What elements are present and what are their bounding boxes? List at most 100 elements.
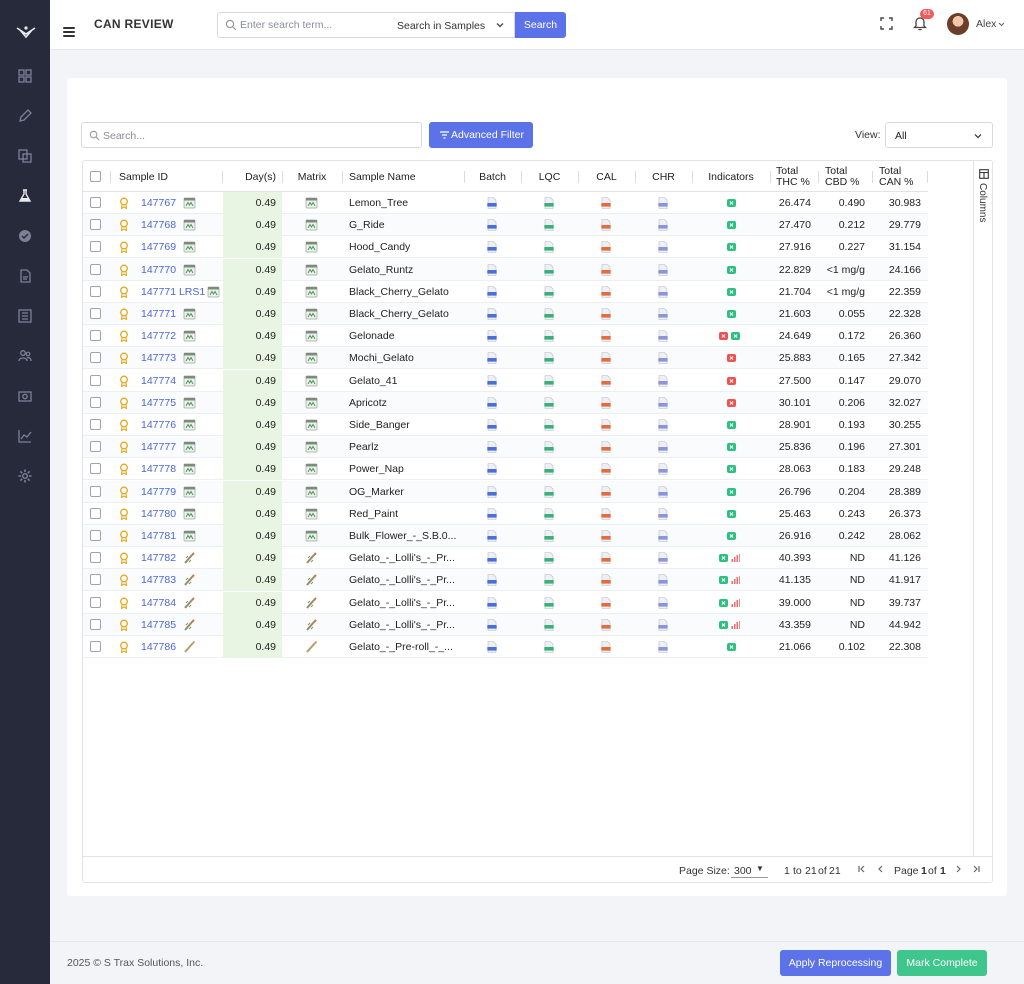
sample-id-link[interactable]: 147768 [141,214,176,236]
table-row[interactable]: 147775 0.49 Apricotz 30.101 0.206 32.027 [83,391,928,414]
lqc-file-icon[interactable] [544,596,554,609]
cal-file-icon[interactable] [601,197,611,209]
chr-file-icon[interactable] [658,441,668,453]
pass-indicator-icon[interactable] [727,509,736,518]
chr-file-icon[interactable] [658,530,668,542]
flask-icon[interactable] [17,188,33,204]
cal-file-icon[interactable] [601,485,611,498]
chr-file-icon[interactable] [658,463,668,476]
batch-file-icon[interactable] [487,552,497,564]
prev-page-icon[interactable] [876,864,886,874]
batch-file-icon[interactable] [487,330,497,342]
row-checkbox[interactable] [90,552,101,564]
cal-file-icon[interactable] [601,641,611,653]
chart-icon[interactable] [17,428,33,444]
pass-indicator-icon[interactable] [727,310,736,318]
lqc-file-icon[interactable] [544,618,554,631]
row-checkbox[interactable] [90,285,101,297]
batch-file-icon[interactable] [487,641,497,653]
pass-indicator-icon[interactable] [719,598,728,607]
sample-id-link[interactable]: 147767 [141,192,176,214]
camera-icon[interactable] [17,388,33,404]
cal-file-icon[interactable] [601,308,611,320]
pass-indicator-icon[interactable] [727,532,736,540]
sample-id-link[interactable]: 147774 [141,370,176,392]
chr-file-icon[interactable] [658,219,668,231]
sample-id-link[interactable]: 147780 [141,503,176,525]
fail-indicator-icon[interactable] [727,376,736,385]
col-lqc[interactable]: LQC [521,161,578,192]
sample-id-link[interactable]: 147770 [141,259,176,281]
table-row[interactable]: 147771 LRS1 0.49 Black_Cherry_Gelato 21.704… [83,280,928,303]
row-checkbox[interactable] [90,263,101,275]
lqc-file-icon[interactable] [544,219,554,231]
logo-icon[interactable] [16,25,36,39]
sample-id-link[interactable]: 147769 [141,236,176,258]
next-page-icon[interactable] [953,864,963,874]
first-page-icon[interactable] [857,864,867,874]
row-checkbox[interactable] [90,219,101,231]
cal-file-icon[interactable] [601,219,611,231]
signal-bars-icon[interactable] [731,576,740,585]
sample-id-link[interactable]: 147771 [141,303,176,325]
pass-indicator-icon[interactable] [727,421,736,429]
row-checkbox[interactable] [90,485,101,497]
chr-file-icon[interactable] [658,308,668,320]
table-row[interactable]: 147773 0.49 Mochi_Gelato 25.883 0.165 27.342 [83,347,928,370]
row-checkbox[interactable] [90,352,101,364]
sample-id-link[interactable]: 147779 [141,481,176,503]
lqc-file-icon[interactable] [544,574,554,587]
chr-file-icon[interactable] [658,596,668,609]
signal-bars-icon[interactable] [731,620,740,629]
table-row[interactable]: 147767 0.49 Lemon_Tree 26.474 0.490 30.983 [83,192,928,214]
chr-file-icon[interactable] [658,618,668,631]
cal-file-icon[interactable] [601,552,611,564]
chr-file-icon[interactable] [658,574,668,587]
row-checkbox[interactable] [90,308,101,319]
lqc-file-icon[interactable] [544,419,554,431]
col-indicators[interactable]: Indicators [692,161,770,192]
row-checkbox[interactable] [90,574,101,586]
user-name[interactable]: Alex [976,18,996,30]
table-row[interactable]: 147782 0.49 Gelato_-_Lolli's_-_Pr... 40.393… [83,547,928,570]
batch-file-icon[interactable] [487,263,497,276]
batch-file-icon[interactable] [487,574,497,587]
document-icon[interactable] [17,268,33,284]
lqc-file-icon[interactable] [544,263,554,276]
row-checkbox[interactable] [90,530,101,541]
global-search-input[interactable] [240,17,385,33]
lqc-file-icon[interactable] [544,308,554,320]
table-row[interactable]: 147785 0.49 Gelato_-_Lolli's_-_Pr... 43.359… [83,613,928,636]
batch-file-icon[interactable] [487,374,497,387]
lqc-file-icon[interactable] [544,352,554,365]
cal-file-icon[interactable] [601,285,611,298]
search-button[interactable]: Search [515,12,566,38]
settings-icon[interactable] [17,468,33,484]
chr-file-icon[interactable] [658,552,668,564]
batch-file-icon[interactable] [487,241,497,254]
pass-indicator-icon[interactable] [727,221,736,230]
lqc-file-icon[interactable] [544,530,554,542]
table-row[interactable]: 147784 0.49 Gelato_-_Lolli's_-_Pr... 39.000… [83,591,928,614]
batch-file-icon[interactable] [487,596,497,609]
chevron-down-icon[interactable] [998,21,1005,28]
page-size-select[interactable]: 300 ▼ [731,862,768,878]
table-row[interactable]: 147779 0.49 OG_Marker 26.796 0.204 28.389 [83,480,928,503]
sample-id-link[interactable]: 147786 [141,636,176,658]
row-checkbox[interactable] [90,197,101,208]
avatar[interactable] [947,13,969,35]
batch-file-icon[interactable] [487,285,497,298]
table-row[interactable]: 147781 0.49 Bulk_Flower_-_S.B.0... 26.916 0.… [83,525,928,547]
row-checkbox[interactable] [90,241,101,253]
signal-bars-icon[interactable] [731,554,740,563]
cal-file-icon[interactable] [601,507,611,520]
sample-id-link[interactable]: 147777 [141,436,176,458]
pass-indicator-icon[interactable] [727,199,736,207]
users-icon[interactable] [17,348,33,364]
sample-id-link[interactable]: 147775 [141,392,176,414]
cal-file-icon[interactable] [601,530,611,542]
row-checkbox[interactable] [90,374,101,386]
table-row[interactable]: 147777 0.49 Pearlz 25.836 0.196 27.301 [83,436,928,459]
table-row[interactable]: 147771 0.49 Black_Cherry_Gelato 21.603 0.055… [83,303,928,325]
batch-file-icon[interactable] [487,308,497,320]
